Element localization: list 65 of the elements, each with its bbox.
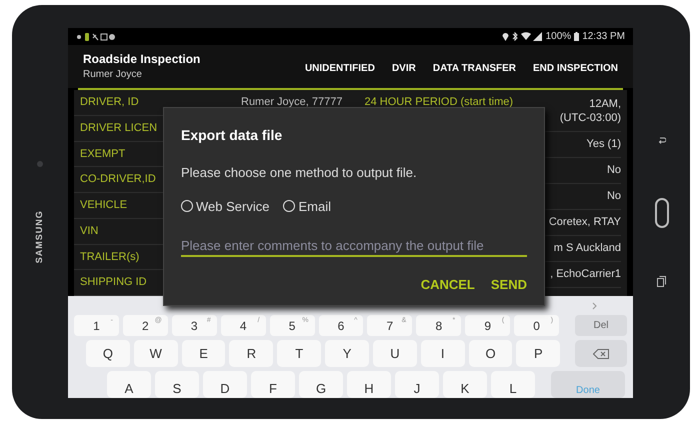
keyboard-key[interactable]: S [155, 371, 199, 398]
field-label: SHIPPING ID [80, 275, 147, 290]
bluetooth-icon [512, 32, 518, 41]
comment-field[interactable]: Please enter comments to accompany the output file [181, 235, 527, 257]
app-title: Roadside Inspection [83, 50, 200, 66]
table-cell-text: 24 HOUR PERIOD (start time) [364, 95, 514, 110]
notification-icons [76, 32, 116, 40]
action-button[interactable]: UNIDENTIFIED [304, 61, 375, 76]
wifi-icon [520, 32, 531, 41]
table-cell-text: , EchoCarrier1 [550, 267, 621, 282]
table-cell-text: No [606, 189, 621, 204]
table-cell-text: 12AM, (UTC-03:00) [558, 96, 621, 124]
field-label: TRAILER(s) [80, 250, 140, 265]
keyboard-key[interactable]: A [107, 371, 151, 398]
keyboard-key[interactable]: Q [86, 340, 130, 367]
dialog-message: Please choose one method to output file. [181, 164, 418, 182]
battery-icon [574, 32, 580, 41]
camera-icon [37, 161, 43, 167]
keyboard-key[interactable]: W [134, 340, 178, 367]
keyboard-key[interactable]: O [468, 340, 512, 367]
location-icon [502, 32, 509, 41]
table-cell-text: Yes (1) [586, 137, 621, 152]
table-cell-text: Coretex, RTAY [548, 215, 621, 230]
table-cell-text: m S Auckland [554, 241, 621, 256]
keyboard-key[interactable]: T [277, 340, 322, 367]
keyboard-key[interactable]: G [299, 371, 343, 398]
field-label: DRIVER, ID [80, 95, 139, 110]
keyboard-key[interactable]: D [203, 371, 247, 398]
keyboard-key[interactable]: H [347, 371, 391, 398]
signal-icon [532, 32, 542, 41]
keyboard-key[interactable]: E [182, 340, 226, 367]
keyboard-key[interactable]: Y [325, 340, 369, 367]
radio-option[interactable]: Web Service [181, 196, 270, 216]
keyboard-key[interactable]: F [251, 371, 295, 398]
backspace-icon [593, 348, 610, 358]
brand-label: SAMSUNG [33, 210, 46, 264]
status-time: 12:33 PM [582, 30, 625, 44]
keyboard-key[interactable]: I [420, 340, 465, 367]
keyboard-key[interactable]: P [516, 340, 560, 367]
dialog-button[interactable]: CANCEL [420, 275, 475, 294]
field-label: DRIVER LICEN [80, 120, 158, 136]
dialog-title: Export data file [181, 126, 284, 145]
table-cell-text: No [606, 163, 621, 178]
keyboard-key[interactable]: K [443, 371, 487, 398]
recent-apps-icon[interactable] [657, 276, 666, 287]
field-label: VIN [80, 224, 98, 239]
action-button[interactable]: END INSPECTION [532, 61, 618, 76]
chevron-right-icon [592, 302, 597, 310]
field-label: VEHICLE [80, 198, 128, 214]
keyboard-key[interactable]: J [395, 371, 439, 398]
keyboard-key[interactable]: R [229, 340, 274, 367]
app-subtitle: Rumer Joyce [83, 68, 143, 82]
table-cell-text: Rumer Joyce, 77777 [241, 95, 342, 110]
dialog-button[interactable]: SEND [490, 275, 527, 294]
delete-key[interactable]: Del [575, 315, 627, 336]
action-button[interactable]: DATA TRANSFER [432, 61, 516, 76]
field-label: EXEMPT [80, 146, 126, 162]
home-button[interactable] [654, 198, 668, 228]
keyboard-key[interactable]: U [372, 340, 417, 367]
battery-percent: 100% [546, 30, 572, 44]
action-button[interactable]: DVIR [392, 61, 416, 76]
keyboard-key[interactable]: L [491, 371, 535, 398]
backspace-key[interactable] [575, 340, 628, 367]
field-label: CO-DRIVER,ID [80, 172, 156, 188]
radio-option[interactable]: Email [283, 196, 331, 216]
